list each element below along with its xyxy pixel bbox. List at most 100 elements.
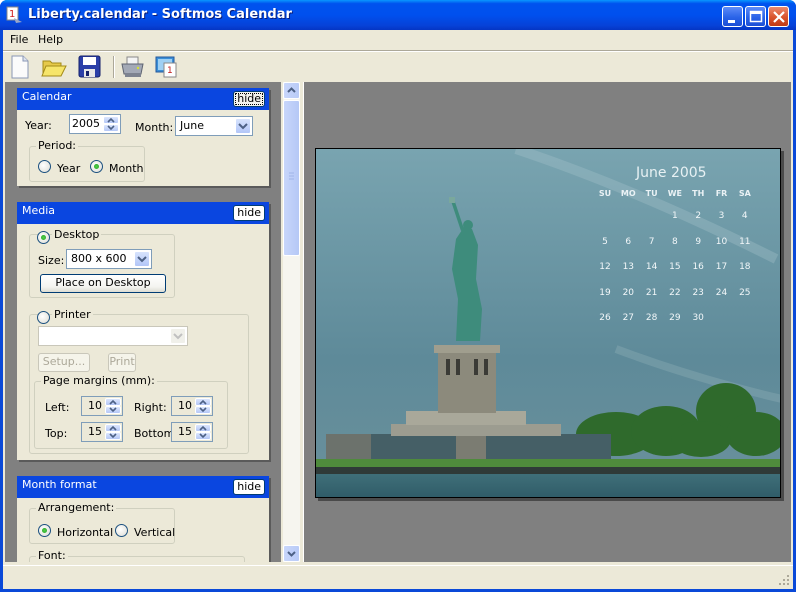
weekday-header: SU xyxy=(598,189,612,198)
chevron-down-icon[interactable] xyxy=(134,251,150,267)
size-label: Size: xyxy=(38,254,65,267)
margin-top-label: Top: xyxy=(45,427,68,440)
chevron-down-icon xyxy=(287,551,296,557)
place-on-desktop-button[interactable]: Place on Desktop xyxy=(40,274,166,293)
month-select[interactable]: June xyxy=(175,116,253,136)
arrangement-vertical-radio[interactable] xyxy=(115,524,128,537)
margin-top-arrows[interactable] xyxy=(105,424,121,440)
size-select[interactable]: 800 x 600 xyxy=(66,249,152,269)
calendar-day: 27 xyxy=(622,313,635,323)
spin-down-icon[interactable] xyxy=(195,406,211,414)
statue-of-liberty-photo xyxy=(316,149,780,497)
spin-up-icon[interactable] xyxy=(103,116,119,124)
margin-bottom-arrows[interactable] xyxy=(195,424,211,440)
calendar-day: 9 xyxy=(695,236,702,247)
maximize-button[interactable] xyxy=(745,6,766,27)
calendar-preview-area: June 2005 SU MO TU WE TH FR SA 1 2 3 4 5 6 7 8 9 10 11 12 1… xyxy=(303,82,791,562)
menu-help[interactable]: Help xyxy=(33,30,68,50)
menu-file[interactable]: File xyxy=(5,30,33,50)
spin-up-icon[interactable] xyxy=(105,398,121,406)
save-disk-icon xyxy=(78,55,101,78)
arrangement-vertical-label[interactable]: Vertical xyxy=(134,526,175,539)
period-year-label[interactable]: Year xyxy=(57,162,80,175)
scroll-down-button[interactable] xyxy=(283,545,300,562)
year-spinner[interactable]: 2005 xyxy=(69,114,121,134)
close-button[interactable] xyxy=(768,6,789,27)
printer-label[interactable]: Printer xyxy=(52,308,93,321)
calendar-preview-image[interactable]: June 2005 SU MO TU WE TH FR SA 1 2 3 4 5 6 7 8 9 10 11 12 1… xyxy=(315,148,781,498)
svg-text:1: 1 xyxy=(167,66,173,76)
arrangement-horizontal-label[interactable]: Horizontal xyxy=(57,526,113,539)
calendar-day: 20 xyxy=(622,287,635,298)
period-month-label[interactable]: Month xyxy=(109,162,143,175)
save-button[interactable] xyxy=(77,54,103,80)
calendar-hide-button[interactable]: hide xyxy=(233,91,265,107)
setup-button[interactable]: Setup... xyxy=(38,353,90,372)
new-button[interactable] xyxy=(7,54,33,80)
margin-bottom-value: 15 xyxy=(178,425,192,438)
month-format-hide-button[interactable]: hide xyxy=(233,479,265,495)
spin-up-icon[interactable] xyxy=(105,424,121,432)
printer-select[interactable] xyxy=(38,326,188,346)
weekday-header: SA xyxy=(738,189,751,198)
media-hide-button[interactable]: hide xyxy=(233,205,265,221)
margin-left-arrows[interactable] xyxy=(105,398,121,414)
month-label: Month: xyxy=(135,121,174,134)
place-on-desktop-icon: 1 xyxy=(155,56,177,78)
printer-radio[interactable] xyxy=(37,311,50,324)
margin-right-spinner[interactable]: 10 xyxy=(171,396,213,416)
calendar-day: 21 xyxy=(645,287,658,298)
size-value: 800 x 600 xyxy=(71,252,127,265)
weekday-header: TH xyxy=(692,189,705,198)
spin-down-icon[interactable] xyxy=(105,406,121,414)
minimize-button[interactable] xyxy=(722,6,743,27)
calendar-day: 5 xyxy=(602,236,608,247)
open-button[interactable] xyxy=(41,54,67,80)
desktop-group: Desktop Size: 800 x 600 Place on Desktop xyxy=(29,228,175,298)
calendar-day: 16 xyxy=(692,262,704,272)
window-title: Liberty.calendar - Softmos Calendar xyxy=(28,7,292,22)
print-button-panel[interactable]: Print xyxy=(108,353,136,372)
calendar-day: 25 xyxy=(739,287,751,298)
client-area: File Help 1 Calendar hide Year: 2005 Mon… xyxy=(3,30,793,589)
period-year-radio[interactable] xyxy=(38,160,51,173)
page-margins-group: Page margins (mm): Left: 10 Right: 10 To… xyxy=(34,374,228,449)
title-bar[interactable]: 1 Liberty.calendar - Softmos Calendar xyxy=(0,0,796,30)
spin-up-icon[interactable] xyxy=(195,398,211,406)
chevron-down-icon[interactable] xyxy=(235,118,251,134)
period-month-radio[interactable] xyxy=(90,160,103,173)
spin-up-icon[interactable] xyxy=(195,424,211,432)
margin-bottom-spinner[interactable]: 15 xyxy=(171,422,213,442)
calendar-panel-title: Calendar xyxy=(22,90,72,103)
desktop-radio[interactable] xyxy=(37,231,50,244)
margin-left-label: Left: xyxy=(45,401,70,414)
year-spinner-arrows[interactable] xyxy=(103,116,119,132)
arrangement-horizontal-radio[interactable] xyxy=(38,524,51,537)
calendar-day: 30 xyxy=(692,313,704,323)
margin-left-spinner[interactable]: 10 xyxy=(81,396,123,416)
scroll-thumb[interactable] xyxy=(283,100,300,256)
margin-left-value: 10 xyxy=(88,399,102,412)
scroll-up-button[interactable] xyxy=(283,82,300,99)
calendar-panel-header: Calendar hide xyxy=(17,88,269,110)
calendar-day: 18 xyxy=(739,262,751,272)
minimize-icon xyxy=(728,20,735,23)
margin-right-value: 10 xyxy=(178,399,192,412)
calendar-day: 4 xyxy=(741,211,748,221)
chevron-down-icon[interactable] xyxy=(170,328,186,344)
resize-grip-icon[interactable] xyxy=(778,574,790,586)
month-format-panel-header: Month format hide xyxy=(17,476,269,498)
spin-down-icon[interactable] xyxy=(195,432,211,440)
spin-down-icon[interactable] xyxy=(103,124,119,132)
month-value: June xyxy=(180,119,204,132)
print-button[interactable] xyxy=(119,54,145,80)
media-panel-header: Media hide xyxy=(17,202,269,224)
margin-right-arrows[interactable] xyxy=(195,398,211,414)
spin-down-icon[interactable] xyxy=(105,432,121,440)
media-panel-title: Media xyxy=(22,204,56,217)
panel-scrollbar[interactable] xyxy=(283,82,300,562)
weekday-header: MO xyxy=(620,189,636,198)
desktop-label[interactable]: Desktop xyxy=(52,228,102,241)
desktop-button[interactable]: 1 xyxy=(154,54,180,80)
margin-top-spinner[interactable]: 15 xyxy=(81,422,123,442)
